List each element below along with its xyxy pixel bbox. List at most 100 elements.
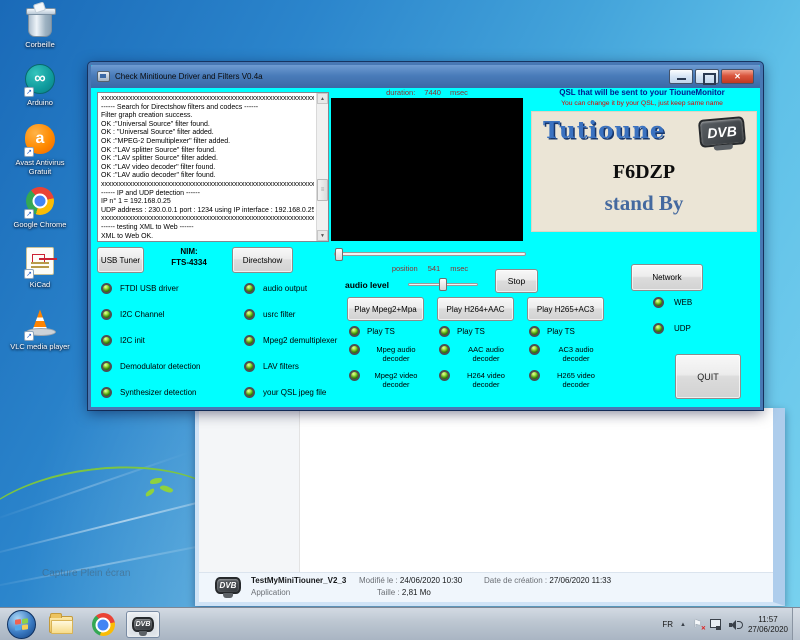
status-led-label: H264 video decoder bbox=[457, 371, 515, 389]
green-led-icon bbox=[101, 335, 112, 346]
status-led-row: Synthesizer detection bbox=[101, 384, 201, 400]
desktop-icon-arduino[interactable]: ∞↗ Arduino bbox=[4, 62, 76, 107]
status-led-label: Play TS bbox=[457, 327, 485, 336]
minimize-button[interactable] bbox=[669, 69, 693, 84]
action-center-icon[interactable] bbox=[693, 619, 703, 631]
log-line: ------ testing XML to Web ------ bbox=[101, 224, 314, 233]
maximize-button[interactable] bbox=[695, 69, 719, 84]
play-mpeg2-button[interactable]: Play Mpeg2+Mpa bbox=[347, 297, 424, 321]
network-button[interactable]: Network bbox=[631, 264, 703, 291]
stop-button[interactable]: Stop bbox=[495, 269, 538, 293]
hidden-icons-arrow[interactable]: ▲ bbox=[680, 622, 686, 628]
log-scrollbar[interactable]: ▲ ≡ ▼ bbox=[316, 93, 328, 241]
desktop-icon-chrome[interactable]: ↗ Google Chrome bbox=[4, 184, 76, 229]
green-led-icon bbox=[529, 326, 540, 337]
green-led-icon bbox=[439, 326, 450, 337]
status-led-label: AC3 audio decoder bbox=[547, 345, 605, 363]
play-h265-button[interactable]: Play H265+AC3 bbox=[527, 297, 604, 321]
folder-icon bbox=[49, 616, 73, 633]
dvb-logo: DVB bbox=[132, 617, 154, 632]
clock[interactable]: 11:57 27/06/2020 bbox=[748, 615, 788, 635]
screen-capture-watermark: Capture Plein écran bbox=[42, 568, 130, 579]
mpeg2-status-column: Play TS Mpeg audio decoder Mpeg2 video d… bbox=[349, 326, 435, 389]
dvb-file-icon: DVB bbox=[215, 577, 241, 594]
status-led-row: Mpeg2 video decoder bbox=[349, 370, 435, 389]
duration-readout: duration:7440msec bbox=[331, 88, 523, 97]
audio-level-label: audio level bbox=[345, 280, 389, 290]
close-button[interactable]: ✕ bbox=[721, 69, 754, 84]
qsl-callsign: F6DZP bbox=[531, 161, 757, 184]
app-icon bbox=[97, 71, 110, 82]
usb-tuner-button[interactable]: USB Tuner bbox=[97, 247, 144, 273]
clock-time: 11:57 bbox=[748, 615, 788, 625]
language-indicator[interactable]: FR bbox=[662, 620, 673, 629]
log-text: xxxxxxxxxxxxxxxxxxxxxxxxxxxxxxxxxxxxxxxx… bbox=[101, 95, 314, 239]
position-slider[interactable] bbox=[334, 248, 526, 261]
desktop-icon-kicad[interactable]: ↗ KiCad bbox=[4, 244, 76, 289]
green-led-icon bbox=[349, 344, 360, 355]
status-led-row: AAC audio decoder bbox=[439, 344, 525, 363]
video-display bbox=[331, 98, 523, 241]
dvb-logo: DVB bbox=[698, 116, 746, 148]
volume-icon[interactable] bbox=[729, 620, 741, 630]
slider-track[interactable] bbox=[334, 252, 526, 256]
status-led-label: FTDI USB driver bbox=[120, 284, 179, 293]
start-button[interactable] bbox=[7, 610, 36, 639]
desktop-icon-recycle-bin[interactable]: Corbeille bbox=[4, 4, 76, 49]
qsl-heading: QSL that will be sent to your TiouneMoni… bbox=[527, 88, 757, 97]
green-led-icon bbox=[244, 283, 255, 294]
taskbar-explorer-button[interactable] bbox=[44, 611, 78, 638]
web-status-row: WEB bbox=[653, 297, 692, 308]
shortcut-arrow-icon: ↗ bbox=[24, 87, 34, 97]
audio-level-slider[interactable] bbox=[408, 278, 478, 291]
file-name: TestMyMiniTiouner_V2_3 bbox=[251, 576, 346, 585]
slider-thumb[interactable] bbox=[335, 248, 343, 261]
directshow-button[interactable]: Directshow bbox=[232, 247, 293, 273]
explorer-pane-divider bbox=[299, 408, 300, 572]
scrollbar-thumb[interactable]: ≡ bbox=[317, 179, 328, 201]
status-led-label: AAC audio decoder bbox=[457, 345, 515, 363]
quit-button[interactable]: QUIT bbox=[675, 354, 741, 399]
status-led-row: your QSL jpeg file bbox=[244, 384, 337, 400]
green-led-icon bbox=[653, 297, 664, 308]
show-desktop-button[interactable] bbox=[792, 608, 800, 640]
status-led-row: Play TS bbox=[439, 326, 525, 337]
scroll-down-icon[interactable]: ▼ bbox=[317, 230, 328, 241]
status-led-row: Demodulator detection bbox=[101, 358, 201, 374]
status-led-row: Play TS bbox=[349, 326, 435, 337]
qsl-image: Tutioune DVB F6DZP stand By bbox=[531, 111, 757, 232]
qsl-status: stand By bbox=[531, 191, 757, 216]
slider-thumb[interactable] bbox=[439, 278, 447, 291]
green-led-icon bbox=[101, 283, 112, 294]
dvb-logo-text: DVB bbox=[707, 123, 738, 142]
status-led-label: Mpeg audio decoder bbox=[367, 345, 425, 363]
status-led-label: Synthesizer detection bbox=[120, 388, 197, 397]
title-bar[interactable]: Check Minitioune Driver and Filters V0.4… bbox=[91, 65, 760, 88]
status-led-label: I2C Channel bbox=[120, 310, 164, 319]
qsl-note: You can change it by your QSL, just keep… bbox=[527, 100, 757, 107]
log-line: Filter graph creation success. bbox=[101, 112, 314, 121]
green-led-icon bbox=[439, 344, 450, 355]
desktop-icon-vlc[interactable]: ↗ VLC media player bbox=[4, 306, 76, 351]
status-led-label: WEB bbox=[674, 298, 692, 307]
green-led-icon bbox=[101, 361, 112, 372]
log-line: OK :"Universal Source" filter found. bbox=[101, 121, 314, 130]
status-led-row: LAV filters bbox=[244, 358, 337, 374]
file-created: Date de création : 27/06/2020 11:33 bbox=[484, 576, 611, 585]
green-led-icon bbox=[653, 323, 664, 334]
desktop-icon-avast[interactable]: a↗ Avast Antivirus Gratuit bbox=[4, 122, 76, 176]
green-led-icon bbox=[244, 309, 255, 320]
scroll-up-icon[interactable]: ▲ bbox=[317, 93, 328, 104]
network-tray-icon[interactable] bbox=[710, 619, 722, 630]
file-size: Taille : 2,81 Mo bbox=[377, 588, 431, 597]
log-textbox[interactable]: xxxxxxxxxxxxxxxxxxxxxxxxxxxxxxxxxxxxxxxx… bbox=[97, 92, 329, 242]
taskbar-chrome-button[interactable] bbox=[86, 611, 120, 638]
taskbar-minitioune-button[interactable]: DVB bbox=[126, 611, 160, 638]
dvb-logo-text: DVB bbox=[136, 621, 151, 628]
status-led-row: audio output bbox=[244, 280, 337, 296]
log-line: ------ Search for Directshow filters and… bbox=[101, 104, 314, 113]
play-h264-button[interactable]: Play H264+AAC bbox=[437, 297, 514, 321]
status-led-row: H265 video decoder bbox=[529, 370, 615, 389]
shortcut-arrow-icon: ↗ bbox=[24, 331, 34, 341]
status-led-row: Play TS bbox=[529, 326, 615, 337]
